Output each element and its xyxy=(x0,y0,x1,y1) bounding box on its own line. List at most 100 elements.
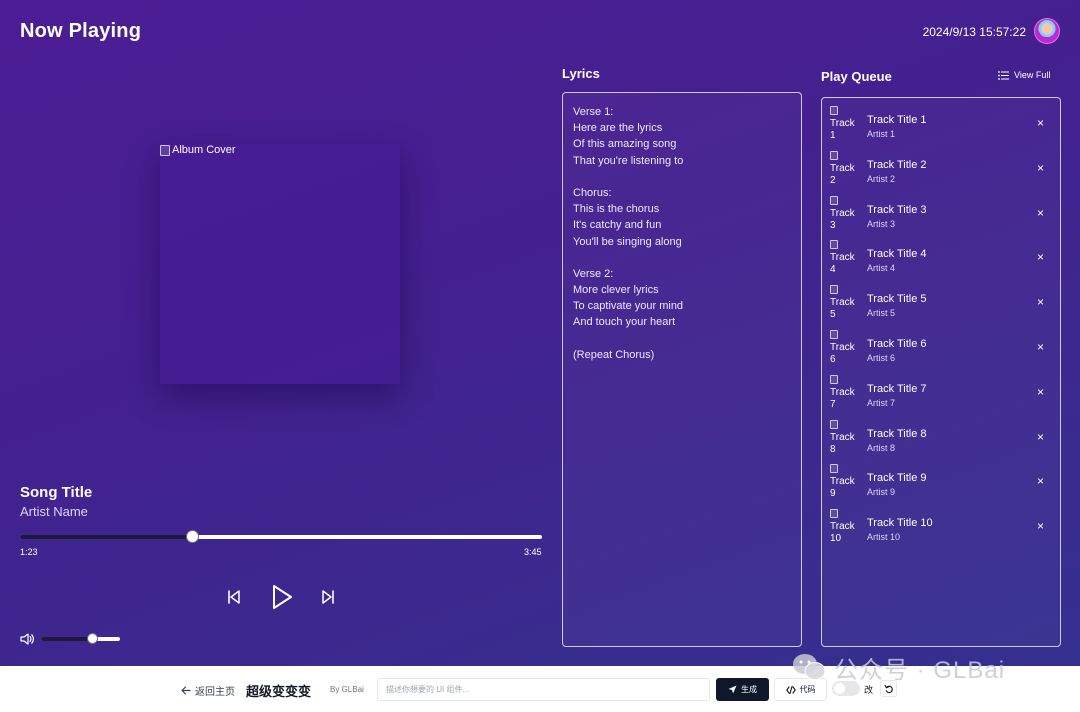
broken-image-icon xyxy=(830,464,838,474)
skip-back-icon xyxy=(228,590,240,604)
volume-slider[interactable] xyxy=(41,633,120,644)
back-home-label: 返回主页 xyxy=(195,687,235,698)
track-thumbnail-alt: Track 10 xyxy=(830,521,855,542)
play-button[interactable] xyxy=(268,582,296,612)
user-avatar[interactable] xyxy=(1034,18,1060,44)
queue-track-title: Track Title 10 xyxy=(867,517,933,530)
queue-item[interactable]: Track 1 Track Title 1 Artist 1 × xyxy=(830,104,1052,149)
lyric-line: Of this amazing song xyxy=(573,138,677,151)
track-thumbnail: Track 7 xyxy=(830,374,860,407)
queue-track-title: Track Title 8 xyxy=(867,427,927,440)
track-thumbnail: Track 2 xyxy=(830,150,860,183)
lyrics-panel[interactable]: Verse 1: Here are the lyrics Of this amazi… xyxy=(562,92,802,647)
queue-track-artist: Artist 5 xyxy=(867,308,896,319)
current-time: 1:23 xyxy=(20,547,38,557)
queue-item[interactable]: Track 10 Track Title 10 Artist 10 × xyxy=(830,507,1052,552)
track-thumbnail: Track 3 xyxy=(830,195,860,228)
music-player-app: Now Playing 2024/9/13 15:57:22 Album Cov… xyxy=(0,0,1080,666)
remove-track-button[interactable]: × xyxy=(1037,206,1044,220)
queue-item[interactable]: Track 2 Track Title 2 Artist 2 × xyxy=(830,149,1052,194)
queue-item[interactable]: Track 7 Track Title 7 Artist 7 × xyxy=(830,373,1052,418)
artist-name: Artist Name xyxy=(20,504,88,519)
queue-track-title: Track Title 1 xyxy=(867,114,927,126)
broken-image-icon xyxy=(830,329,838,339)
code-button[interactable]: 代码 xyxy=(774,678,827,701)
remove-track-button[interactable]: × xyxy=(1037,430,1044,444)
remove-track-button[interactable]: × xyxy=(1037,340,1044,354)
lyric-line: (Repeat Chorus) xyxy=(573,348,655,361)
bottom-toolbar: 返回主页 超级变变变 By GLBai 生成 代码 改 xyxy=(0,666,1080,712)
lyrics-heading: Lyrics xyxy=(562,66,600,81)
broken-image-icon xyxy=(830,106,838,115)
lyric-line: That you're listening to xyxy=(573,154,684,167)
track-thumbnail-alt: Track 5 xyxy=(830,297,855,318)
queue-item[interactable]: Track 5 Track Title 5 Artist 5 × xyxy=(830,283,1052,328)
queue-track-title: Track Title 2 xyxy=(867,158,927,171)
undo-button[interactable] xyxy=(880,680,897,697)
clock-datetime: 2024/9/13 15:57:22 xyxy=(922,25,1026,39)
broken-image-icon xyxy=(830,419,838,429)
previous-button[interactable] xyxy=(224,587,244,607)
queue-item[interactable]: Track 3 Track Title 3 Artist 3 × xyxy=(830,194,1052,239)
queue-item[interactable]: Track 4 Track Title 4 Artist 4 × xyxy=(830,238,1052,283)
remove-track-button[interactable]: × xyxy=(1037,116,1044,130)
volume-icon xyxy=(20,633,34,645)
edit-toggle[interactable] xyxy=(832,681,860,696)
track-thumbnail: Track 4 xyxy=(830,240,860,272)
remove-track-button[interactable]: × xyxy=(1037,250,1044,264)
lyric-line: You'll be singing along xyxy=(573,235,682,248)
track-thumbnail: Track 5 xyxy=(830,285,860,317)
page-title: Now Playing xyxy=(20,20,142,42)
remove-track-button[interactable]: × xyxy=(1037,385,1044,399)
queue-track-title: Track Title 6 xyxy=(867,337,927,350)
queue-item[interactable]: Track 6 Track Title 6 Artist 6 × xyxy=(830,328,1052,373)
next-button[interactable] xyxy=(318,587,338,607)
lyric-line xyxy=(573,331,791,347)
remove-track-button[interactable]: × xyxy=(1037,519,1044,533)
track-thumbnail: Track 9 xyxy=(830,464,860,496)
progress-handle[interactable] xyxy=(186,530,200,543)
queue-item[interactable]: Track 8 Track Title 8 Artist 8 × xyxy=(830,418,1052,463)
queue-track-artist: Artist 9 xyxy=(867,487,896,498)
queue-track-artist: Artist 3 xyxy=(867,218,896,229)
remove-track-button[interactable]: × xyxy=(1037,295,1044,309)
queue-track-artist: Artist 10 xyxy=(867,532,901,543)
code-icon xyxy=(785,685,796,694)
queue-panel[interactable]: Track 1 Track Title 1 Artist 1 × Track 2 Trac… xyxy=(821,97,1061,647)
lyric-line xyxy=(573,169,791,185)
view-full-label: View Full xyxy=(1014,70,1051,80)
album-cover-alt: Album Cover xyxy=(160,144,236,156)
broken-image-icon xyxy=(830,374,838,384)
broken-image-icon xyxy=(830,150,838,160)
back-home-link[interactable]: 返回主页 xyxy=(181,683,235,698)
queue-item[interactable]: Track 9 Track Title 9 Artist 9 × xyxy=(830,462,1052,507)
broken-image-icon xyxy=(830,285,838,295)
prompt-input[interactable] xyxy=(377,678,710,701)
lyric-line: To captivate your mind xyxy=(573,300,684,313)
lyric-line xyxy=(573,250,791,266)
remove-track-button[interactable]: × xyxy=(1037,474,1044,488)
progress-fill xyxy=(20,535,193,539)
volume-button[interactable] xyxy=(20,632,35,646)
author-credit: By GLBai xyxy=(330,685,364,694)
remove-track-button[interactable]: × xyxy=(1037,161,1044,175)
broken-image-icon xyxy=(830,509,838,519)
code-label: 代码 xyxy=(799,685,816,694)
volume-handle[interactable] xyxy=(87,633,99,644)
edit-toggle-label: 改 xyxy=(864,685,874,695)
track-thumbnail-alt: Track 1 xyxy=(830,118,855,138)
progress-bar[interactable] xyxy=(20,530,542,543)
queue-track-artist: Artist 8 xyxy=(867,442,896,453)
track-thumbnail-alt: Track 9 xyxy=(830,476,855,497)
lyric-line: Chorus: xyxy=(573,186,612,199)
queue-track-title: Track Title 7 xyxy=(867,382,927,395)
queue-track-title: Track Title 9 xyxy=(867,472,927,485)
track-thumbnail: Track 10 xyxy=(830,509,860,541)
track-thumbnail: Track 6 xyxy=(830,329,860,362)
track-thumbnail: Track 8 xyxy=(830,419,860,452)
view-full-button[interactable]: View Full xyxy=(998,70,1050,80)
queue-track-artist: Artist 7 xyxy=(867,397,896,408)
generate-button[interactable]: 生成 xyxy=(716,678,769,701)
queue-track-title: Track Title 3 xyxy=(867,203,927,216)
queue-track-artist: Artist 1 xyxy=(867,129,896,139)
